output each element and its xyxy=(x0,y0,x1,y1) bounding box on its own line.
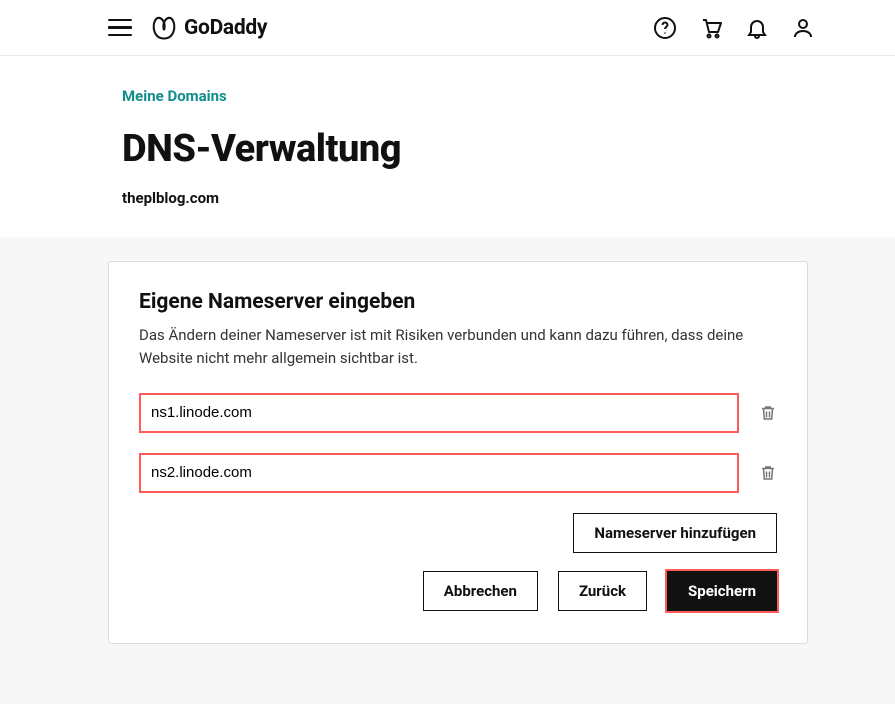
page-title: DNS-Verwaltung xyxy=(122,127,895,171)
header-right xyxy=(653,16,815,40)
notifications-icon[interactable] xyxy=(745,16,769,40)
page-header-section: Meine Domains DNS-Verwaltung theplblog.c… xyxy=(0,56,895,237)
cart-icon[interactable] xyxy=(699,16,723,40)
header-left: GoDaddy xyxy=(108,14,267,42)
godaddy-logo-icon xyxy=(150,14,178,42)
nameserver-card: Eigene Nameserver eingeben Das Ändern de… xyxy=(108,261,808,644)
cancel-button[interactable]: Abbrechen xyxy=(423,571,538,611)
back-button[interactable]: Zurück xyxy=(558,571,647,611)
app-header: GoDaddy xyxy=(0,0,895,56)
breadcrumb-my-domains[interactable]: Meine Domains xyxy=(122,87,227,105)
menu-icon[interactable] xyxy=(108,19,132,37)
card-description: Das Ändern deiner Nameserver ist mit Ris… xyxy=(139,324,777,371)
nameserver-input-1[interactable] xyxy=(139,393,739,433)
card-title: Eigene Nameserver eingeben xyxy=(139,290,777,314)
domain-name: theplblog.com xyxy=(122,189,895,207)
help-icon[interactable] xyxy=(653,16,677,40)
add-nameserver-button[interactable]: Nameserver hinzufügen xyxy=(573,513,777,553)
account-icon[interactable] xyxy=(791,16,815,40)
content-area: Eigene Nameserver eingeben Das Ändern de… xyxy=(0,237,895,704)
brand-name: GoDaddy xyxy=(184,16,267,40)
nameserver-row xyxy=(139,393,777,433)
delete-icon[interactable] xyxy=(759,403,777,423)
action-buttons: Abbrechen Zurück Speichern xyxy=(139,571,777,611)
delete-icon[interactable] xyxy=(759,463,777,483)
brand-logo[interactable]: GoDaddy xyxy=(150,14,267,42)
add-nameserver-row: Nameserver hinzufügen xyxy=(139,513,777,553)
nameserver-row xyxy=(139,453,777,493)
nameserver-input-2[interactable] xyxy=(139,453,739,493)
save-button[interactable]: Speichern xyxy=(667,571,777,611)
